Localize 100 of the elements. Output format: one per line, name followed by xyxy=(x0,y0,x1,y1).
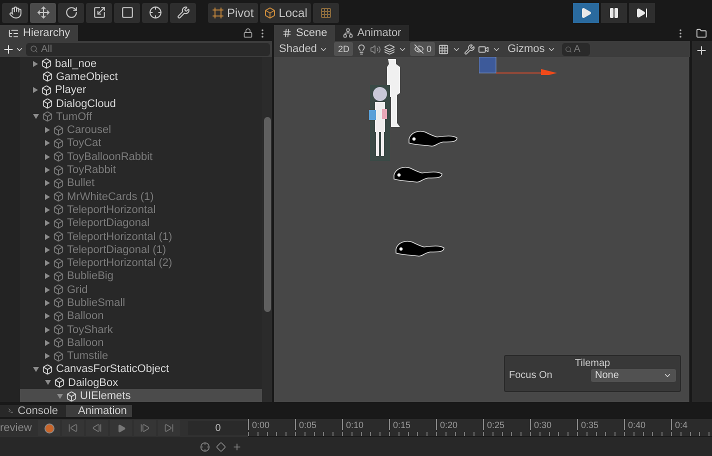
play-icon[interactable] xyxy=(116,424,126,432)
panel-tab[interactable]: Animation xyxy=(66,404,132,416)
cube-icon xyxy=(53,284,64,296)
plus-icon[interactable] xyxy=(2,42,15,56)
time-label: 0:40 xyxy=(624,419,671,430)
record-button[interactable] xyxy=(38,420,60,436)
step-icon[interactable] xyxy=(636,6,648,18)
hierarchy-item[interactable]: GameObject xyxy=(20,70,262,84)
time-label: 0:05 xyxy=(295,419,342,430)
wrench-icon[interactable] xyxy=(464,44,476,54)
hand-tool-button[interactable] xyxy=(2,2,28,22)
layers-icon[interactable] xyxy=(384,44,396,54)
wrench-tool-button[interactable] xyxy=(170,2,196,22)
grid-icon[interactable] xyxy=(438,44,450,54)
pause-icon[interactable] xyxy=(608,6,620,18)
2d-toggle[interactable]: 2D xyxy=(334,42,354,56)
play-icon[interactable] xyxy=(580,6,592,18)
step-forward-icon[interactable] xyxy=(140,423,150,433)
skip-forward-icon[interactable] xyxy=(164,423,174,433)
folder-icon[interactable] xyxy=(696,28,707,38)
record-icon[interactable] xyxy=(44,422,54,434)
search-field[interactable]: A xyxy=(562,42,590,56)
rect-icon[interactable] xyxy=(120,6,134,19)
hierarchy-item[interactable]: UIElemets xyxy=(20,389,262,402)
scale-icon[interactable] xyxy=(92,6,106,19)
cube-icon[interactable] xyxy=(264,6,276,18)
cube-icon xyxy=(42,71,53,82)
camera-icon[interactable] xyxy=(478,44,490,54)
eye-off-icon[interactable] xyxy=(414,44,424,54)
cube-icon xyxy=(53,124,64,136)
play-button[interactable] xyxy=(573,2,599,22)
cube-icon xyxy=(53,231,64,242)
cube-icon xyxy=(41,84,52,96)
last-key-button[interactable] xyxy=(158,420,180,436)
creature-drawing xyxy=(392,165,444,185)
search-icon[interactable] xyxy=(30,45,38,53)
panel-tab[interactable]: Console xyxy=(0,404,66,416)
time-label: 0:30 xyxy=(530,419,577,430)
cube-icon xyxy=(53,138,64,149)
grid-snap-button[interactable] xyxy=(313,2,340,22)
hierarchy-tab[interactable]: Hierarchy xyxy=(0,25,78,41)
hierarchy-item[interactable]: DialogCloud xyxy=(20,96,262,110)
grid-icon[interactable] xyxy=(320,6,332,18)
time-label: 0:4 xyxy=(671,419,712,430)
local-button[interactable]: Local xyxy=(260,2,312,22)
crosshair-icon[interactable] xyxy=(200,442,210,452)
crosshair-tool-button[interactable] xyxy=(142,2,168,22)
expand-arrow-icon[interactable] xyxy=(33,366,39,372)
wrench-icon[interactable] xyxy=(176,6,190,19)
move-tool-button[interactable] xyxy=(30,2,56,22)
search-icon[interactable] xyxy=(564,46,572,52)
rect-tool-button[interactable] xyxy=(114,2,140,22)
add-icon[interactable] xyxy=(695,44,708,57)
hidden-objects-toggle[interactable]: 0 xyxy=(410,42,436,56)
first-key-button[interactable] xyxy=(62,420,84,436)
gizmos-dropdown[interactable]: Gizmos xyxy=(504,43,559,55)
time-label: 0:10 xyxy=(342,419,389,430)
hand-icon[interactable] xyxy=(8,6,22,19)
focus-dropdown[interactable]: None xyxy=(591,369,676,382)
add-keyframe-icon[interactable] xyxy=(216,442,226,452)
step-back-icon[interactable] xyxy=(92,423,102,433)
search-field[interactable]: All xyxy=(26,42,270,56)
cube-icon xyxy=(41,58,52,70)
expand-arrow-icon[interactable] xyxy=(33,87,38,94)
hierarchy-item[interactable]: ball_noe xyxy=(20,57,262,70)
hash-icon[interactable] xyxy=(282,28,292,38)
add-button[interactable] xyxy=(2,42,24,56)
figure-silhouette-drawing xyxy=(384,59,400,127)
hierarchy-item[interactable]: CanvasForStaticObject xyxy=(20,362,262,376)
shading-dropdown[interactable]: Shaded xyxy=(276,43,331,55)
pivot-button[interactable]: Pivot xyxy=(208,2,258,22)
rotate-icon[interactable] xyxy=(64,6,78,19)
move-icon[interactable] xyxy=(36,6,50,19)
time-label: 0:15 xyxy=(389,419,436,430)
caret-icon[interactable] xyxy=(663,371,672,380)
expand-arrow-icon[interactable] xyxy=(33,60,38,67)
lightbulb-icon[interactable] xyxy=(356,44,368,54)
pivot-icon[interactable] xyxy=(212,6,224,18)
time-label: 0:35 xyxy=(577,419,624,430)
skip-back-icon[interactable] xyxy=(68,423,78,433)
cube-icon xyxy=(42,364,53,375)
audio-icon[interactable] xyxy=(370,44,382,54)
hierarchy-item[interactable]: Player xyxy=(20,84,262,97)
scene-tab[interactable]: Animator xyxy=(335,25,410,41)
frame-field[interactable]: 0 xyxy=(188,421,248,435)
previous-key-button[interactable] xyxy=(86,420,108,436)
step-button[interactable] xyxy=(629,2,655,22)
scale-tool-button[interactable] xyxy=(86,2,112,22)
cube-icon xyxy=(53,297,64,308)
network-icon[interactable] xyxy=(343,28,354,38)
pause-button[interactable] xyxy=(601,2,627,22)
next-key-button[interactable] xyxy=(134,420,156,436)
add-event-icon[interactable] xyxy=(232,442,242,452)
lock-icon[interactable] xyxy=(243,28,253,38)
cube-icon xyxy=(53,270,64,282)
creature-drawing xyxy=(394,239,446,259)
list-icon[interactable] xyxy=(8,28,19,38)
rotate-tool-button[interactable] xyxy=(58,2,84,22)
scene-tab[interactable]: Scene xyxy=(274,25,336,41)
crosshair-icon[interactable] xyxy=(148,6,162,19)
